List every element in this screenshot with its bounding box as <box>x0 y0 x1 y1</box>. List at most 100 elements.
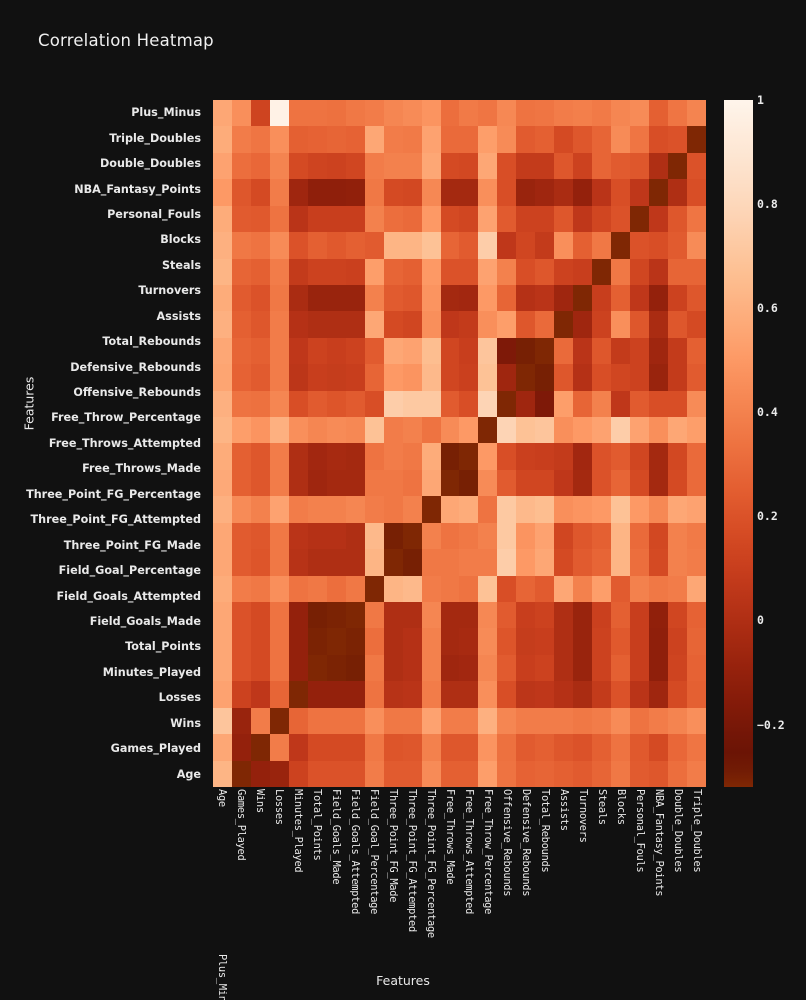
heatmap-cell <box>421 734 441 761</box>
x-tick-slot: Total_Points <box>308 789 327 954</box>
heatmap-cell <box>592 417 612 444</box>
heatmap-cell <box>687 575 706 603</box>
heatmap-cell <box>687 232 706 259</box>
heatmap-cell <box>440 443 460 470</box>
heatmap-cell <box>288 575 308 603</box>
heatmap-cell <box>554 654 574 682</box>
heatmap-cell <box>364 681 384 708</box>
heatmap-cell <box>630 549 650 576</box>
heatmap-cell <box>421 628 441 655</box>
heatmap-cell <box>554 284 574 312</box>
heatmap-cell <box>402 469 422 497</box>
heatmap-cell <box>649 152 669 180</box>
heatmap-cell <box>440 100 460 127</box>
heatmap-cell <box>213 152 232 180</box>
heatmap-cell <box>573 284 593 312</box>
heatmap-cell <box>345 284 365 312</box>
heatmap-cell <box>478 205 498 233</box>
heatmap-cell <box>213 760 232 787</box>
heatmap-cell <box>345 575 365 603</box>
y-tick-label: Plus_Minus <box>131 106 201 120</box>
heatmap-cell <box>326 232 346 259</box>
heatmap-cell <box>516 654 536 682</box>
heatmap-cell <box>554 469 574 497</box>
heatmap-cell <box>478 760 498 787</box>
heatmap-cell <box>649 284 669 312</box>
heatmap-cell <box>535 602 555 629</box>
heatmap-cell <box>307 628 327 655</box>
heatmap-cell <box>383 390 403 418</box>
heatmap-cell <box>611 522 631 550</box>
y-axis-tick-labels: Plus_Minus Triple_Doubles Double_Doubles NB… <box>0 100 207 787</box>
heatmap-cell <box>345 760 365 787</box>
heatmap-cell <box>687 760 706 787</box>
heatmap-cell <box>364 258 384 285</box>
x-tick-label: Defensive_Rebounds <box>519 789 532 897</box>
heatmap-cell <box>213 522 232 550</box>
heatmap-cell <box>421 100 441 127</box>
heatmap-cell <box>535 205 555 233</box>
x-tick-slot: Field_Goals_Made <box>327 789 346 954</box>
heatmap-cell <box>326 681 346 708</box>
heatmap-cell <box>213 575 232 603</box>
heatmap-cell <box>402 760 422 787</box>
heatmap-cell <box>687 734 706 761</box>
heatmap-cell <box>630 496 650 523</box>
heatmap-cell <box>611 469 631 497</box>
heatmap-cell <box>213 496 232 523</box>
heatmap-cell <box>440 522 460 550</box>
heatmap-cell <box>440 179 460 206</box>
x-tick-slot: Field_Goals_Attempted <box>346 789 365 954</box>
heatmap-cell <box>611 311 631 338</box>
heatmap-cell <box>250 100 270 127</box>
heatmap-cell <box>326 469 346 497</box>
heatmap-cell <box>383 258 403 285</box>
heatmap-cell <box>516 417 536 444</box>
heatmap-cell <box>250 707 270 735</box>
x-tick-label: NBA_Fantasy_Points <box>652 789 665 897</box>
heatmap-cell <box>573 311 593 338</box>
heatmap-cell <box>307 496 327 523</box>
heatmap-cell <box>611 734 631 761</box>
heatmap-cell <box>383 126 403 153</box>
heatmap-cell <box>440 654 460 682</box>
heatmap-cell <box>573 390 593 418</box>
heatmap-cell <box>326 628 346 655</box>
heatmap-cell <box>307 575 327 603</box>
heatmap-cell <box>535 364 555 391</box>
heatmap-cell <box>535 126 555 153</box>
heatmap-cell <box>231 469 251 497</box>
heatmap-cell <box>459 311 479 338</box>
heatmap-cell <box>459 100 479 127</box>
heatmap-cell <box>592 602 612 629</box>
heatmap-cell <box>649 232 669 259</box>
heatmap-cell <box>649 311 669 338</box>
heatmap-cell <box>497 575 517 603</box>
heatmap-cell <box>307 760 327 787</box>
heatmap-cell <box>611 205 631 233</box>
heatmap-cell <box>611 390 631 418</box>
heatmap-cell <box>231 258 251 285</box>
heatmap-cell <box>649 258 669 285</box>
x-tick-slot: Free_Throws_Attempted <box>459 789 478 954</box>
heatmap-cell <box>554 337 574 365</box>
heatmap-cell <box>687 152 706 180</box>
heatmap-cell <box>307 179 327 206</box>
heatmap-cell <box>478 496 498 523</box>
heatmap-cell <box>421 417 441 444</box>
heatmap-cell <box>383 232 403 259</box>
heatmap-cell <box>421 179 441 206</box>
heatmap-cell <box>535 417 555 444</box>
heatmap-cell <box>250 602 270 629</box>
y-tick-label: Blocks <box>160 233 201 247</box>
y-tick-label: Turnovers <box>138 284 201 298</box>
heatmap-cell <box>269 337 289 365</box>
heatmap-cell <box>326 126 346 153</box>
heatmap-cell <box>307 522 327 550</box>
heatmap-cell <box>269 126 289 153</box>
heatmap-cell <box>516 284 536 312</box>
heatmap-cell <box>250 654 270 682</box>
colorbar-tick-label: 0.4 <box>757 405 778 420</box>
heatmap-cell <box>383 549 403 576</box>
heatmap-cell <box>630 734 650 761</box>
